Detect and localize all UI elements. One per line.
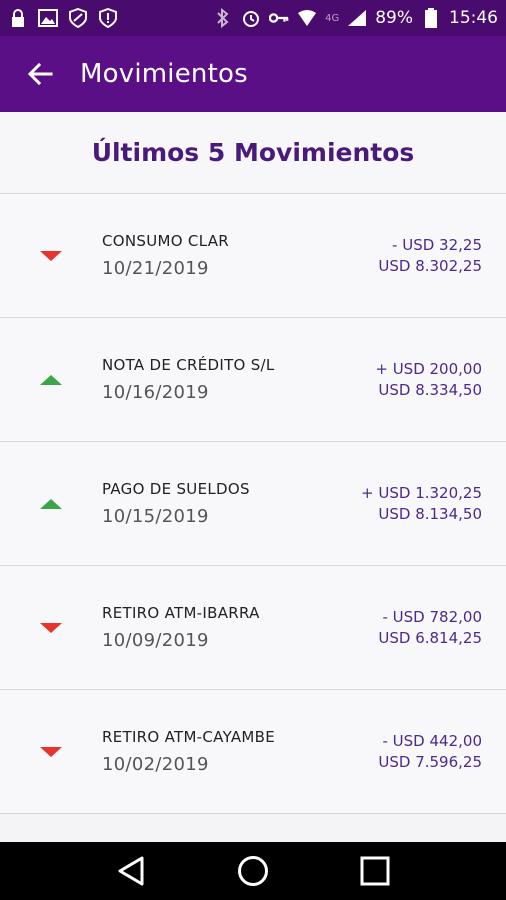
app-bar: Movimientos: [0, 36, 506, 112]
movement-info: PAGO DE SUELDOS 10/15/2019: [102, 480, 336, 527]
movement-balance: USD 6.814,25: [378, 628, 482, 647]
movement-amounts: - USD 32,25 USD 8.302,25: [336, 235, 506, 277]
movement-row[interactable]: CONSUMO CLAR 10/21/2019 - USD 32,25 USD …: [0, 194, 506, 318]
debit-arrow-icon: [0, 746, 102, 757]
movement-amount: - USD 32,25: [392, 235, 482, 254]
movements-content[interactable]: Últimos 5 Movimientos CONSUMO CLAR 10/21…: [0, 112, 506, 842]
credit-arrow-icon: [0, 498, 102, 509]
movement-balance: USD 8.134,50: [378, 504, 482, 523]
movement-amounts: + USD 1.320,25 USD 8.134,50: [336, 483, 506, 525]
movement-balance: USD 7.596,25: [378, 752, 482, 771]
alert-shield-icon: [98, 8, 118, 28]
bluetooth-icon: [213, 8, 233, 28]
battery-icon: [421, 8, 441, 28]
movement-amounts: - USD 442,00 USD 7.596,25: [336, 731, 506, 773]
back-nav-button[interactable]: [111, 851, 151, 891]
image-icon: [38, 8, 58, 28]
movement-amount: + USD 1.320,25: [361, 483, 482, 502]
movement-description: NOTA DE CRÉDITO S/L: [102, 356, 275, 374]
movement-info: NOTA DE CRÉDITO S/L 10/16/2019: [102, 356, 336, 403]
signal-icon: [347, 8, 367, 28]
movement-description: PAGO DE SUELDOS: [102, 480, 250, 498]
credit-arrow-icon: [0, 374, 102, 385]
movement-date: 10/09/2019: [102, 630, 209, 651]
movement-row[interactable]: RETIRO ATM-IBARRA 10/09/2019 - USD 782,0…: [0, 566, 506, 690]
movement-row[interactable]: NOTA DE CRÉDITO S/L 10/16/2019 + USD 200…: [0, 318, 506, 442]
debit-arrow-icon: [0, 250, 102, 261]
section-header: Últimos 5 Movimientos: [0, 112, 506, 194]
movement-row[interactable]: RETIRO ATM-CAYAMBE 10/02/2019 - USD 442,…: [0, 690, 506, 814]
navigation-bar: [0, 842, 506, 900]
debit-arrow-icon: [0, 622, 102, 633]
movement-info: RETIRO ATM-CAYAMBE 10/02/2019: [102, 728, 336, 775]
status-left: [8, 8, 118, 28]
movement-date: 10/02/2019: [102, 754, 209, 775]
movement-description: RETIRO ATM-CAYAMBE: [102, 728, 276, 746]
page-title: Movimientos: [80, 59, 248, 89]
movement-info: RETIRO ATM-IBARRA 10/09/2019: [102, 604, 336, 651]
network-type: 4G: [325, 12, 340, 24]
back-arrow-icon: [27, 62, 53, 86]
movement-date: 10/21/2019: [102, 258, 209, 279]
battery-percent: 89%: [375, 8, 413, 28]
clock: 15:46: [449, 8, 498, 28]
hotspot-lock-icon: [8, 8, 28, 28]
vpn-key-icon: [269, 8, 289, 28]
movement-amount: - USD 782,00: [382, 607, 483, 626]
movement-description: RETIRO ATM-IBARRA: [102, 604, 260, 622]
back-button[interactable]: [0, 36, 80, 112]
shield-icon: [68, 8, 88, 28]
movement-amounts: + USD 200,00 USD 8.334,50: [336, 359, 506, 401]
square-recents-icon: [360, 856, 390, 886]
movement-amount: + USD 200,00: [375, 359, 482, 378]
movement-row[interactable]: PAGO DE SUELDOS 10/15/2019 + USD 1.320,2…: [0, 442, 506, 566]
circle-home-icon: [238, 856, 268, 886]
status-bar: 4G 89% 15:46: [0, 0, 506, 36]
status-right: 4G 89% 15:46: [213, 8, 498, 28]
section-title: Últimos 5 Movimientos: [91, 138, 415, 167]
movement-date: 10/15/2019: [102, 506, 209, 527]
home-nav-button[interactable]: [233, 851, 273, 891]
movement-info: CONSUMO CLAR 10/21/2019: [102, 232, 336, 279]
movement-date: 10/16/2019: [102, 382, 209, 403]
recents-nav-button[interactable]: [355, 851, 395, 891]
wifi-icon: [297, 8, 317, 28]
movement-description: CONSUMO CLAR: [102, 232, 229, 250]
triangle-back-icon: [118, 856, 144, 886]
movement-balance: USD 8.302,25: [378, 256, 482, 275]
movement-balance: USD 8.334,50: [378, 380, 482, 399]
alarm-icon: [241, 8, 261, 28]
movement-amount: - USD 442,00: [382, 731, 483, 750]
movement-amounts: - USD 782,00 USD 6.814,25: [336, 607, 506, 649]
